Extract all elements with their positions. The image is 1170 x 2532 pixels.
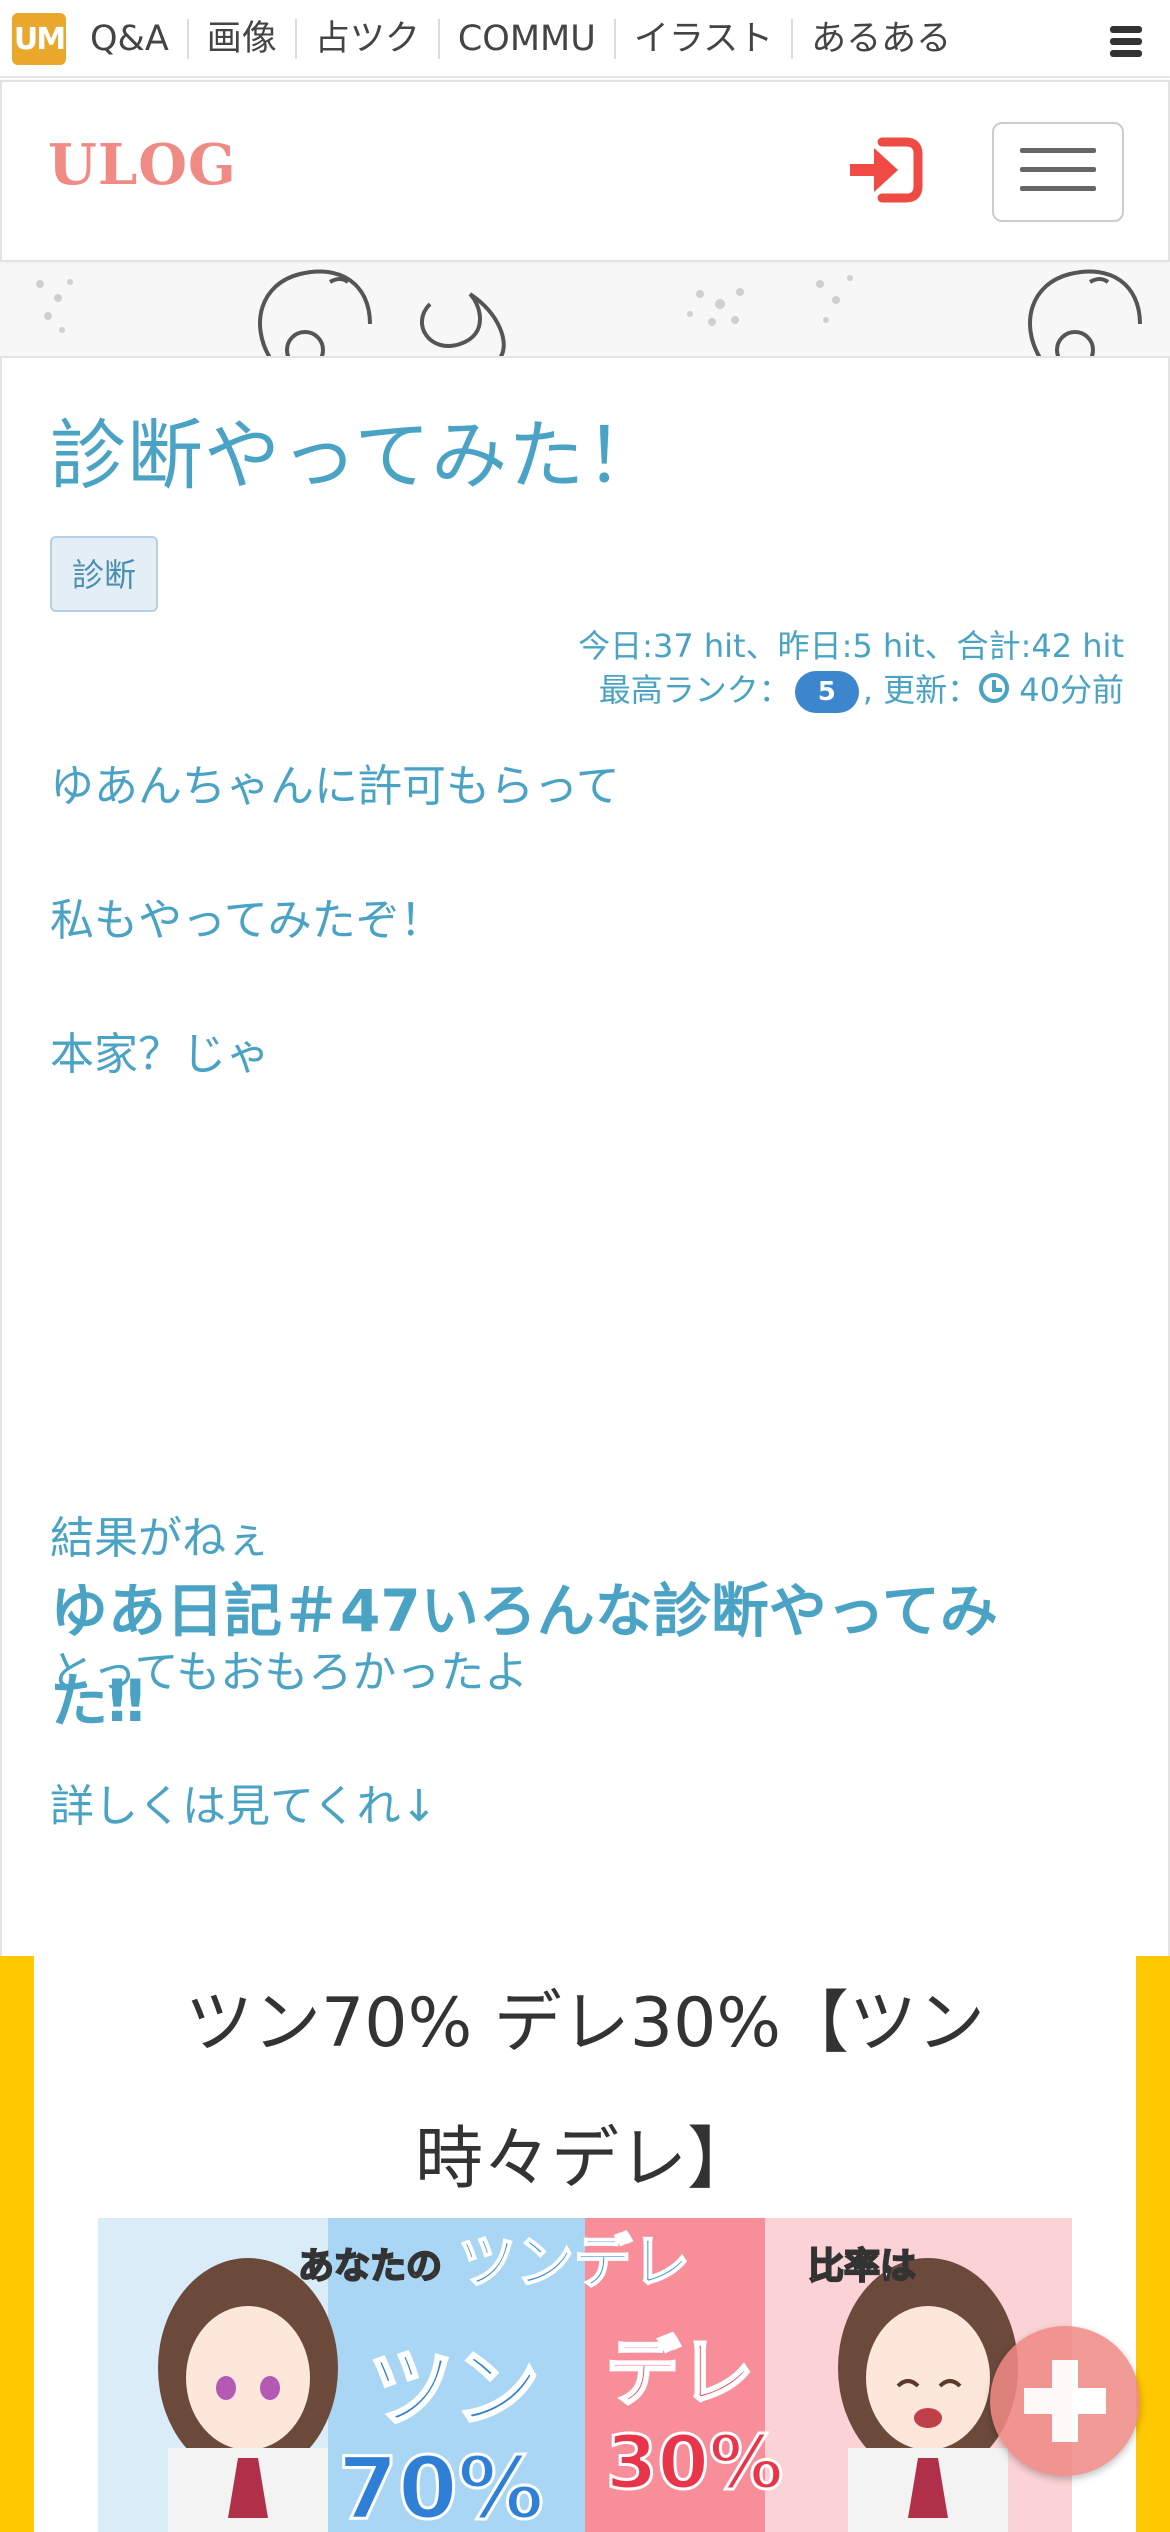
post-tag[interactable]: 診断 [50,536,159,612]
post-paragraph: ゆあんちゃんに許可もらって [50,761,620,812]
image-right-pct: 30% [606,2420,783,2506]
image-left-pct: 70% [338,2439,544,2532]
site-nav: Q&A 画像 占ツク COMMU イラスト あるある [72,0,969,78]
nav-item-commu[interactable]: COMMU [440,19,616,59]
result-image[interactable]: あなたの ツンデレ 比率は ツン 70% デレ 30% [98,2218,1072,2532]
nav-item-uranai[interactable]: 占ツク [297,19,440,59]
brand-logo[interactable]: ULOG [48,132,237,198]
result-panel: ツン70% デレ30%【ツン時々デレ】 あなたの ツンデレ 比率は ツン 70%… [34,1956,1136,2532]
image-header-c: 比率は [808,2246,916,2287]
nav-item-images[interactable]: 画像 [189,19,297,59]
hit-counts: 今日:37 hit、昨日:5 hit、合計:42 hit [578,627,1124,665]
post-paragraph: 本家？じゃ [50,1029,270,1080]
image-right-word: デレ [606,2330,754,2416]
result-title: ツン70% デレ30%【ツン時々デレ】 [185,1984,985,2199]
image-left-word: ツン [368,2339,540,2439]
post-card: 診断やってみた！ 診断 今日:37 hit、昨日:5 hit、合計:42 hit… [0,358,1170,1956]
image-header-b: ツンデレ [458,2228,690,2296]
post-paragraph: 私もやってみたぞ！ [50,895,444,946]
decorative-banner [0,264,1170,358]
add-post-button[interactable] [990,2326,1140,2476]
rank-label: 最高ランク： [598,671,791,709]
rank-badge: 5 [794,671,859,713]
image-header-a: あなたの [298,2246,442,2287]
clock-icon [979,673,1010,703]
site-top-bar: UM Q&A 画像 占ツク COMMU イラスト あるある [0,0,1170,78]
post-title: 診断やってみた！ [50,411,663,500]
ulog-header: ULOG [0,80,1170,262]
nav-item-aruaru[interactable]: あるある [793,19,969,59]
login-icon[interactable] [848,136,924,204]
post-stats: 今日:37 hit、昨日:5 hit、合計:42 hit 最高ランク： 5, 更新… [578,624,1124,713]
top-menu-icon[interactable] [1110,26,1142,60]
post-paragraph: とってもおもろかったよ [50,1647,529,1698]
rank-update-line: 最高ランク： 5, 更新： 40分前 [578,668,1124,713]
character-left [158,2258,338,2532]
post-paragraph: 詳しくは見てくれ↓ [50,1781,438,1832]
updated-label: , 更新： [862,671,980,709]
updated-value: 40分前 [1019,671,1124,709]
nav-item-qa[interactable]: Q&A [72,19,189,59]
menu-toggle-button[interactable] [992,122,1124,222]
nav-item-illust[interactable]: イラスト [616,19,794,59]
banner-illustration [36,269,1142,356]
diagnosis-result-embed: ツン70% デレ30%【ツン時々デレ】 あなたの ツンデレ 比率は ツン 70%… [0,1956,1170,2532]
um-logo[interactable]: UM [12,13,66,65]
post-paragraph: 結果がねぇ [50,1513,270,1564]
